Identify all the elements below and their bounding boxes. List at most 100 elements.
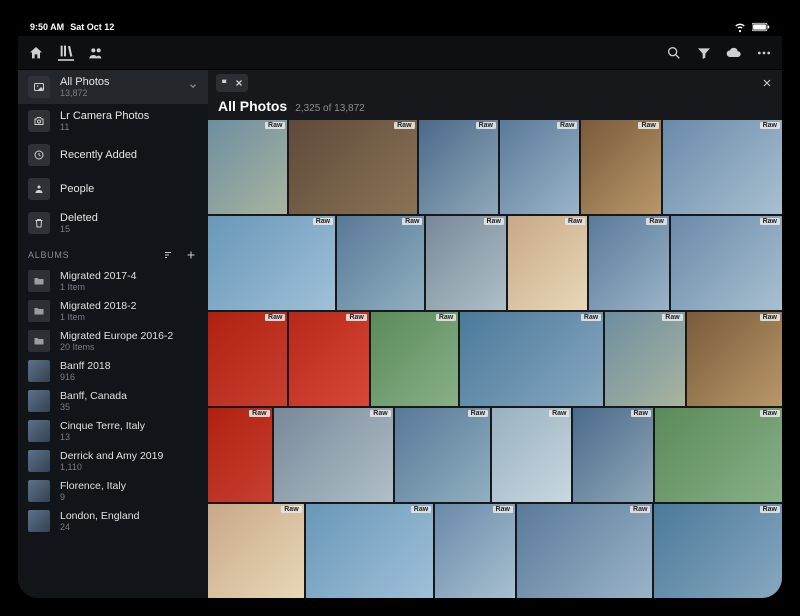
album-item[interactable]: Banff, Canada35 xyxy=(18,386,208,416)
raw-badge: Raw xyxy=(394,122,414,129)
raw-badge: Raw xyxy=(760,314,780,321)
album-item[interactable]: Migrated 2017-41 Item xyxy=(18,266,208,296)
album-count: 9 xyxy=(60,492,198,502)
photo-thumbnail[interactable]: Raw xyxy=(426,216,505,310)
library-icon[interactable] xyxy=(58,45,74,61)
raw-badge: Raw xyxy=(476,122,496,129)
photo-thumbnail[interactable]: Raw xyxy=(208,408,272,502)
photo-thumbnail[interactable]: Raw xyxy=(460,312,603,406)
album-count: 13 xyxy=(60,432,198,442)
photo-thumbnail[interactable]: Raw xyxy=(687,312,782,406)
cloud-icon[interactable] xyxy=(726,45,742,61)
photo-thumbnail[interactable]: Raw xyxy=(508,216,587,310)
album-item[interactable]: Florence, Italy9 xyxy=(18,476,208,506)
photo-thumbnail[interactable]: Raw xyxy=(655,408,782,502)
shared-icon[interactable] xyxy=(88,45,104,61)
photo-thumbnail[interactable]: Raw xyxy=(274,408,393,502)
photo-thumbnail[interactable]: Raw xyxy=(395,408,490,502)
album-count: 1,110 xyxy=(60,462,198,472)
sidebar-item-label: Lr Camera Photos xyxy=(60,110,198,122)
photo-thumbnail[interactable]: Raw xyxy=(663,120,782,214)
photo-thumbnail[interactable]: Raw xyxy=(573,408,652,502)
sidebar-item-deleted[interactable]: Deleted 15 xyxy=(18,206,208,240)
filter-chip-flag[interactable] xyxy=(216,74,248,92)
album-item[interactable]: Cinque Terre, Italy13 xyxy=(18,416,208,446)
photo-thumbnail[interactable]: Raw xyxy=(492,408,571,502)
album-count: 1 Item xyxy=(60,282,198,292)
raw-badge: Raw xyxy=(493,506,513,513)
raw-badge: Raw xyxy=(760,122,780,129)
album-item[interactable]: Migrated Europe 2016-220 Items xyxy=(18,326,208,356)
photo-thumbnail[interactable]: Raw xyxy=(435,504,515,598)
grid-count: 2,325 of 13,872 xyxy=(295,103,365,114)
sort-icon[interactable] xyxy=(162,248,176,262)
raw-badge: Raw xyxy=(265,122,285,129)
album-count: 1 Item xyxy=(60,312,198,322)
album-title: Migrated 2018-2 xyxy=(60,300,198,312)
raw-badge: Raw xyxy=(436,314,456,321)
raw-badge: Raw xyxy=(468,410,488,417)
main-panel: All Photos 2,325 of 13,872 RawRawRawRawR… xyxy=(208,70,782,598)
sidebar-item-people[interactable]: People xyxy=(18,172,208,206)
album-count: 20 Items xyxy=(60,342,198,352)
more-icon[interactable] xyxy=(756,45,772,61)
raw-badge: Raw xyxy=(630,506,650,513)
raw-badge: Raw xyxy=(249,410,269,417)
sidebar-item-recent[interactable]: Recently Added xyxy=(18,138,208,172)
photo-thumbnail[interactable]: Raw xyxy=(337,216,424,310)
photo-thumbnail[interactable]: Raw xyxy=(208,120,287,214)
sidebar-item-label: All Photos xyxy=(60,76,178,88)
album-title: Florence, Italy xyxy=(60,480,198,492)
raw-badge: Raw xyxy=(760,410,780,417)
battery-icon xyxy=(752,22,770,32)
photo-thumbnail[interactable]: Raw xyxy=(671,216,782,310)
raw-badge: Raw xyxy=(760,506,780,513)
sidebar-item-lr-camera[interactable]: Lr Camera Photos 11 xyxy=(18,104,208,138)
photo-thumbnail[interactable]: Raw xyxy=(500,120,579,214)
album-thumbnail xyxy=(28,390,50,412)
photo-thumbnail[interactable]: Raw xyxy=(289,120,416,214)
search-icon[interactable] xyxy=(666,45,682,61)
photo-grid[interactable]: RawRawRawRawRawRawRawRawRawRawRawRawRawR… xyxy=(208,120,782,598)
photo-thumbnail[interactable]: Raw xyxy=(589,216,668,310)
photo-thumbnail[interactable]: Raw xyxy=(208,504,304,598)
raw-badge: Raw xyxy=(370,410,390,417)
raw-badge: Raw xyxy=(265,314,285,321)
photo-thumbnail[interactable]: Raw xyxy=(208,216,335,310)
close-filter-icon[interactable] xyxy=(760,76,774,90)
album-item[interactable]: London, England24 xyxy=(18,506,208,536)
photo-thumbnail[interactable]: Raw xyxy=(654,504,782,598)
chevron-down-icon xyxy=(188,81,198,94)
raw-badge: Raw xyxy=(484,218,504,225)
album-title: Cinque Terre, Italy xyxy=(60,420,198,432)
albums-header: ALBUMS xyxy=(18,240,208,266)
raw-badge: Raw xyxy=(313,218,333,225)
album-title: Migrated 2017-4 xyxy=(60,270,198,282)
photo-thumbnail[interactable]: Raw xyxy=(605,312,684,406)
album-thumbnail xyxy=(28,510,50,532)
sidebar-item-count: 11 xyxy=(60,122,198,132)
person-icon xyxy=(28,178,50,200)
album-item[interactable]: Banff 2018916 xyxy=(18,356,208,386)
clock-icon xyxy=(28,144,50,166)
album-title: Migrated Europe 2016-2 xyxy=(60,330,198,342)
home-icon[interactable] xyxy=(28,45,44,61)
album-count: 916 xyxy=(60,372,198,382)
album-item[interactable]: Derrick and Amy 20191,110 xyxy=(18,446,208,476)
album-item[interactable]: Migrated 2018-21 Item xyxy=(18,296,208,326)
filter-icon[interactable] xyxy=(696,45,712,61)
photo-thumbnail[interactable]: Raw xyxy=(306,504,434,598)
filter-bar xyxy=(208,70,782,96)
add-icon[interactable] xyxy=(184,248,198,262)
photo-thumbnail[interactable]: Raw xyxy=(517,504,653,598)
photo-thumbnail[interactable]: Raw xyxy=(419,120,498,214)
album-thumbnail xyxy=(28,450,50,472)
photo-thumbnail[interactable]: Raw xyxy=(581,120,660,214)
sidebar: All Photos 13,872 Lr Camera Photos 11 xyxy=(18,70,208,598)
photo-thumbnail[interactable]: Raw xyxy=(289,312,368,406)
photo-thumbnail[interactable]: Raw xyxy=(208,312,287,406)
sidebar-item-label: Deleted xyxy=(60,212,198,224)
sidebar-item-all-photos[interactable]: All Photos 13,872 xyxy=(18,70,208,104)
photo-thumbnail[interactable]: Raw xyxy=(371,312,458,406)
sidebar-item-label: People xyxy=(60,183,198,195)
